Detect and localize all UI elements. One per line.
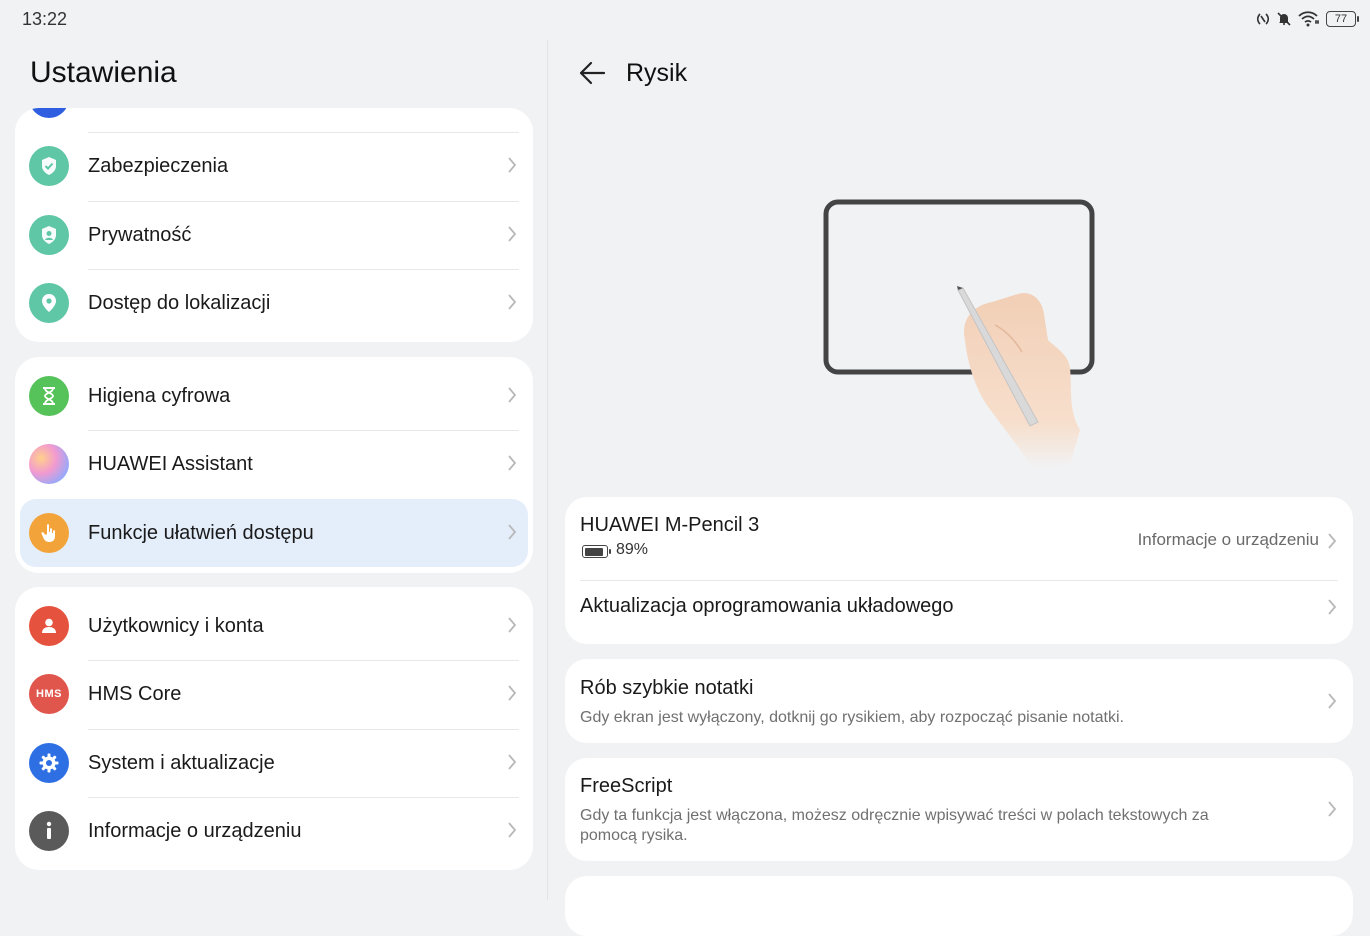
settings-item-label: Higiena cyfrowa: [88, 384, 231, 407]
battery-level: 77: [1334, 13, 1348, 25]
page-title: Ustawienia: [30, 56, 177, 89]
chevron-right-icon: [1328, 533, 1337, 549]
settings-item-huawei-assistant[interactable]: HUAWEI Assistant: [15, 430, 533, 498]
settings-item-hms-core[interactable]: HMS HMS Core: [15, 660, 533, 728]
divider: [88, 729, 519, 730]
quick-notes-title: Rób szybkie notatki: [580, 677, 754, 699]
firmware-update-label: Aktualizacja oprogramowania układowego: [580, 595, 954, 617]
freescript-row[interactable]: FreeScript Gdy ta funkcja jest włączona,…: [565, 758, 1353, 861]
settings-item-about[interactable]: Informacje o urządzeniu: [15, 797, 533, 865]
freescript-description-line2: pomocą rysika.: [580, 827, 688, 844]
stylus-device-card: HUAWEI M-Pencil 3 89% Informacje o urząd…: [565, 497, 1353, 644]
divider: [88, 201, 519, 202]
quick-notes-row[interactable]: Rób szybkie notatki Gdy ekran jest wyłąc…: [565, 659, 1353, 743]
chevron-right-icon: [508, 754, 517, 770]
next-setting-card-partial[interactable]: [565, 876, 1353, 936]
settings-list-panel: Ustawienia Zabezpieczenia Prywatność Dos…: [0, 40, 547, 900]
divider: [88, 430, 519, 431]
settings-item-label: Funkcje ułatwień dostępu: [88, 521, 314, 544]
chevron-right-icon: [508, 157, 517, 173]
chevron-right-icon: [508, 387, 517, 403]
assistant-icon: [29, 444, 69, 484]
device-name: HUAWEI M-Pencil 3: [580, 514, 760, 536]
shield-icon: [29, 146, 69, 186]
hms-icon: HMS: [29, 674, 69, 714]
stylus-illustration: [823, 199, 1095, 468]
settings-item-digital-balance[interactable]: Higiena cyfrowa: [15, 362, 533, 430]
hourglass-icon: [29, 376, 69, 416]
firmware-update-row[interactable]: Aktualizacja oprogramowania układowego: [565, 581, 1353, 644]
settings-item-system[interactable]: System i aktualizacje: [15, 729, 533, 797]
detail-title: Rysik: [626, 59, 688, 87]
chevron-right-icon: [508, 822, 517, 838]
freescript-description-line1: Gdy ta funkcja jest włączona, możesz odr…: [580, 807, 1209, 824]
settings-group-security: Zabezpieczenia Prywatność Dostęp do loka…: [15, 108, 533, 342]
settings-item-label: Prywatność: [88, 223, 192, 246]
gear-icon: [29, 743, 69, 783]
freescript-card: FreeScript Gdy ta funkcja jest włączona,…: [565, 758, 1353, 861]
chevron-right-icon: [1328, 599, 1337, 615]
settings-item-label: Informacje o urządzeniu: [88, 819, 302, 842]
settings-item-label: System i aktualizacje: [88, 751, 275, 774]
chevron-right-icon: [508, 226, 517, 242]
freescript-title: FreeScript: [580, 775, 673, 797]
divider: [88, 269, 519, 270]
settings-item-label: Użytkownicy i konta: [88, 614, 264, 637]
battery-icon: 77: [1326, 11, 1359, 27]
stylus-battery-icon: [582, 545, 611, 558]
settings-item-label: HMS Core: [88, 682, 182, 705]
divider: [88, 660, 519, 661]
back-arrow-icon[interactable]: [578, 59, 606, 87]
privacy-icon: [29, 215, 69, 255]
stylus-battery-level: 89%: [616, 541, 649, 558]
info-icon: [29, 811, 69, 851]
divider: [88, 132, 519, 133]
device-info-link[interactable]: Informacje o urządzeniu: [1138, 530, 1319, 550]
chevron-right-icon: [508, 455, 517, 471]
hand-icon: [29, 513, 69, 553]
settings-item-label: Dostęp do lokalizacji: [88, 291, 271, 314]
user-icon: [29, 606, 69, 646]
location-icon: [29, 283, 69, 323]
status-time: 13:22: [22, 9, 68, 29]
settings-item-privacy[interactable]: Prywatność: [15, 201, 533, 269]
status-bar: 13:22 77: [0, 0, 1370, 40]
nfc-icon: [1256, 13, 1270, 25]
panel-divider: [547, 40, 548, 900]
wifi-icon: [1298, 11, 1319, 27]
chevron-right-icon: [508, 294, 517, 310]
settings-item-label: HUAWEI Assistant: [88, 452, 253, 475]
chevron-right-icon: [508, 685, 517, 701]
status-icons: 77: [1256, 9, 1359, 29]
settings-item-label: Zabezpieczenia: [88, 154, 229, 177]
mute-icon: [1277, 12, 1291, 26]
partial-icon: [29, 108, 69, 118]
quick-notes-card: Rób szybkie notatki Gdy ekran jest wyłąc…: [565, 659, 1353, 743]
settings-item-accessibility[interactable]: Funkcje ułatwień dostępu: [20, 499, 528, 567]
settings-group-system: Użytkownicy i konta HMS HMS Core System …: [15, 587, 533, 870]
hms-icon-text: HMS: [36, 688, 62, 700]
chevron-right-icon: [508, 524, 517, 540]
chevron-right-icon: [1328, 693, 1337, 709]
settings-group-wellbeing: Higiena cyfrowa HUAWEI Assistant Funkcje…: [15, 357, 533, 573]
settings-item-security[interactable]: Zabezpieczenia: [15, 132, 533, 200]
settings-item-users[interactable]: Użytkownicy i konta: [15, 592, 533, 660]
device-info-row[interactable]: HUAWEI M-Pencil 3 89% Informacje o urząd…: [565, 497, 1353, 580]
quick-notes-description: Gdy ekran jest wyłączony, dotknij go rys…: [580, 709, 1124, 726]
chevron-right-icon: [508, 617, 517, 633]
settings-item-partial[interactable]: [15, 108, 533, 132]
chevron-right-icon: [1328, 801, 1337, 817]
settings-item-location[interactable]: Dostęp do lokalizacji: [15, 269, 533, 337]
divider: [88, 797, 519, 798]
